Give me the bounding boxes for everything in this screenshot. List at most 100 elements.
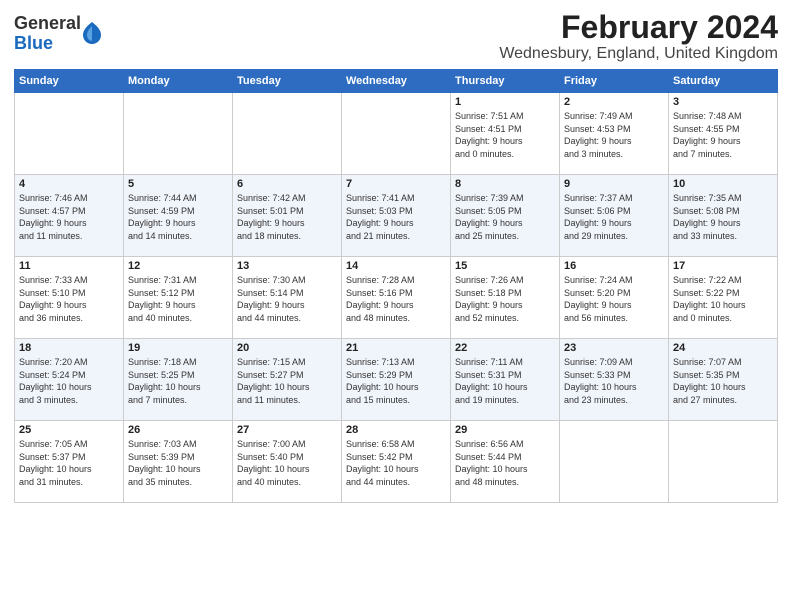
day-info: Sunrise: 7:30 AM Sunset: 5:14 PM Dayligh… xyxy=(237,274,337,324)
day-number: 4 xyxy=(19,178,119,190)
calendar-week-4: 18Sunrise: 7:20 AM Sunset: 5:24 PM Dayli… xyxy=(15,339,778,421)
calendar-cell: 15 Sunrise: 7:26 AM Sunset: 5:18 PM Dayli… xyxy=(451,257,560,339)
day-number: 1 xyxy=(455,96,555,108)
day-number: 2 xyxy=(564,96,664,108)
col-tuesday: Tuesday xyxy=(233,70,342,93)
day-info: Sunrise: 7:42 AM Sunset: 5:01 PM Dayligh… xyxy=(237,192,337,242)
calendar-cell xyxy=(669,421,778,503)
col-wednesday: Wednesday xyxy=(342,70,451,93)
day-number: 14 xyxy=(346,260,446,272)
calendar-cell: 22 Sunrise: 7:11 AM Sunset: 5:31 PM Dayli… xyxy=(451,339,560,421)
day-info: Sunrise: 7:09 AM Sunset: 5:33 PM Dayligh… xyxy=(564,356,664,406)
calendar-cell: 10 Sunrise: 7:35 AM Sunset: 5:08 PM Dayli… xyxy=(669,175,778,257)
day-number: 12 xyxy=(128,260,228,272)
calendar-cell xyxy=(560,421,669,503)
day-number: 17 xyxy=(673,260,773,272)
day-info: Sunrise: 7:22 AM Sunset: 5:22 PM Dayligh… xyxy=(673,274,773,324)
calendar-cell xyxy=(233,93,342,175)
day-number: 10 xyxy=(673,178,773,190)
calendar-cell: 16 Sunrise: 7:24 AM Sunset: 5:20 PM Dayli… xyxy=(560,257,669,339)
day-info: Sunrise: 7:44 AM Sunset: 4:59 PM Dayligh… xyxy=(128,192,228,242)
calendar-week-5: 25 Sunrise: 7:05 AM Sunset: 5:37 PM Dayli… xyxy=(15,421,778,503)
day-info: Sunrise: 7:51 AM Sunset: 4:51 PM Dayligh… xyxy=(455,110,555,160)
header: General Blue February 2024 Wednesbury, E… xyxy=(14,10,778,63)
page-container: General Blue February 2024 Wednesbury, E… xyxy=(0,0,792,511)
day-info: Sunrise: 7:37 AM Sunset: 5:06 PM Dayligh… xyxy=(564,192,664,242)
day-info: Sunrise: 7:26 AM Sunset: 5:18 PM Dayligh… xyxy=(455,274,555,324)
day-number: 9 xyxy=(564,178,664,190)
day-info: Sunrise: 7:00 AM Sunset: 5:40 PM Dayligh… xyxy=(237,438,337,488)
calendar-cell: 28Sunrise: 6:58 AM Sunset: 5:42 PM Dayli… xyxy=(342,421,451,503)
day-number: 6 xyxy=(237,178,337,190)
day-info: Sunrise: 7:07 AM Sunset: 5:35 PM Dayligh… xyxy=(673,356,773,406)
logo-general: General xyxy=(14,14,81,34)
calendar-cell: 11Sunrise: 7:33 AM Sunset: 5:10 PM Dayli… xyxy=(15,257,124,339)
calendar-cell: 23 Sunrise: 7:09 AM Sunset: 5:33 PM Dayli… xyxy=(560,339,669,421)
day-info: Sunrise: 7:03 AM Sunset: 5:39 PM Dayligh… xyxy=(128,438,228,488)
title-block: February 2024 Wednesbury, England, Unite… xyxy=(499,10,778,63)
calendar-cell: 18Sunrise: 7:20 AM Sunset: 5:24 PM Dayli… xyxy=(15,339,124,421)
day-number: 21 xyxy=(346,342,446,354)
calendar-table: Sunday Monday Tuesday Wednesday Thursday… xyxy=(14,69,778,503)
calendar-cell xyxy=(15,93,124,175)
day-number: 15 xyxy=(455,260,555,272)
day-number: 29 xyxy=(455,424,555,436)
calendar-cell: 20Sunrise: 7:15 AM Sunset: 5:27 PM Dayli… xyxy=(233,339,342,421)
calendar-week-1: 1 Sunrise: 7:51 AM Sunset: 4:51 PM Daylig… xyxy=(15,93,778,175)
day-number: 25 xyxy=(19,424,119,436)
day-info: Sunrise: 7:41 AM Sunset: 5:03 PM Dayligh… xyxy=(346,192,446,242)
day-info: Sunrise: 7:39 AM Sunset: 5:05 PM Dayligh… xyxy=(455,192,555,242)
day-number: 18 xyxy=(19,342,119,354)
header-row: Sunday Monday Tuesday Wednesday Thursday… xyxy=(15,70,778,93)
col-sunday: Sunday xyxy=(15,70,124,93)
calendar-cell: 25 Sunrise: 7:05 AM Sunset: 5:37 PM Dayli… xyxy=(15,421,124,503)
day-number: 26 xyxy=(128,424,228,436)
day-number: 16 xyxy=(564,260,664,272)
calendar-cell: 24 Sunrise: 7:07 AM Sunset: 5:35 PM Dayli… xyxy=(669,339,778,421)
page-title: February 2024 xyxy=(499,10,778,45)
day-number: 23 xyxy=(564,342,664,354)
calendar-cell: 8 Sunrise: 7:39 AM Sunset: 5:05 PM Daylig… xyxy=(451,175,560,257)
calendar-cell: 7 Sunrise: 7:41 AM Sunset: 5:03 PM Daylig… xyxy=(342,175,451,257)
calendar-cell xyxy=(342,93,451,175)
calendar-cell: 6 Sunrise: 7:42 AM Sunset: 5:01 PM Daylig… xyxy=(233,175,342,257)
day-info: Sunrise: 7:31 AM Sunset: 5:12 PM Dayligh… xyxy=(128,274,228,324)
page-subtitle: Wednesbury, England, United Kingdom xyxy=(499,45,778,63)
col-thursday: Thursday xyxy=(451,70,560,93)
calendar-cell: 4 Sunrise: 7:46 AM Sunset: 4:57 PM Daylig… xyxy=(15,175,124,257)
day-number: 20 xyxy=(237,342,337,354)
day-info: Sunrise: 7:35 AM Sunset: 5:08 PM Dayligh… xyxy=(673,192,773,242)
calendar-cell: 2 Sunrise: 7:49 AM Sunset: 4:53 PM Daylig… xyxy=(560,93,669,175)
day-info: Sunrise: 6:56 AM Sunset: 5:44 PM Dayligh… xyxy=(455,438,555,488)
day-info: Sunrise: 7:46 AM Sunset: 4:57 PM Dayligh… xyxy=(19,192,119,242)
day-number: 24 xyxy=(673,342,773,354)
day-number: 8 xyxy=(455,178,555,190)
calendar-cell: 13Sunrise: 7:30 AM Sunset: 5:14 PM Dayli… xyxy=(233,257,342,339)
day-info: Sunrise: 7:24 AM Sunset: 5:20 PM Dayligh… xyxy=(564,274,664,324)
day-info: Sunrise: 7:18 AM Sunset: 5:25 PM Dayligh… xyxy=(128,356,228,406)
calendar-cell: 3Sunrise: 7:48 AM Sunset: 4:55 PM Daylig… xyxy=(669,93,778,175)
calendar-week-3: 11Sunrise: 7:33 AM Sunset: 5:10 PM Dayli… xyxy=(15,257,778,339)
day-info: Sunrise: 7:13 AM Sunset: 5:29 PM Dayligh… xyxy=(346,356,446,406)
calendar-cell: 19Sunrise: 7:18 AM Sunset: 5:25 PM Dayli… xyxy=(124,339,233,421)
calendar-cell: 12 Sunrise: 7:31 AM Sunset: 5:12 PM Dayli… xyxy=(124,257,233,339)
day-number: 22 xyxy=(455,342,555,354)
day-number: 5 xyxy=(128,178,228,190)
col-saturday: Saturday xyxy=(669,70,778,93)
day-info: Sunrise: 7:49 AM Sunset: 4:53 PM Dayligh… xyxy=(564,110,664,160)
day-info: Sunrise: 7:11 AM Sunset: 5:31 PM Dayligh… xyxy=(455,356,555,406)
calendar-cell: 17 Sunrise: 7:22 AM Sunset: 5:22 PM Dayli… xyxy=(669,257,778,339)
day-number: 28 xyxy=(346,424,446,436)
day-info: Sunrise: 7:48 AM Sunset: 4:55 PM Dayligh… xyxy=(673,110,773,160)
calendar-cell: 26 Sunrise: 7:03 AM Sunset: 5:39 PM Dayli… xyxy=(124,421,233,503)
calendar-cell: 9 Sunrise: 7:37 AM Sunset: 5:06 PM Daylig… xyxy=(560,175,669,257)
logo-icon xyxy=(83,22,101,44)
logo-blue: Blue xyxy=(14,34,81,54)
day-number: 7 xyxy=(346,178,446,190)
logo: General Blue xyxy=(14,14,101,54)
calendar-cell: 5 Sunrise: 7:44 AM Sunset: 4:59 PM Daylig… xyxy=(124,175,233,257)
day-info: Sunrise: 7:05 AM Sunset: 5:37 PM Dayligh… xyxy=(19,438,119,488)
calendar-cell: 14Sunrise: 7:28 AM Sunset: 5:16 PM Dayli… xyxy=(342,257,451,339)
calendar-cell: 29 Sunrise: 6:56 AM Sunset: 5:44 PM Dayli… xyxy=(451,421,560,503)
calendar-week-2: 4 Sunrise: 7:46 AM Sunset: 4:57 PM Daylig… xyxy=(15,175,778,257)
